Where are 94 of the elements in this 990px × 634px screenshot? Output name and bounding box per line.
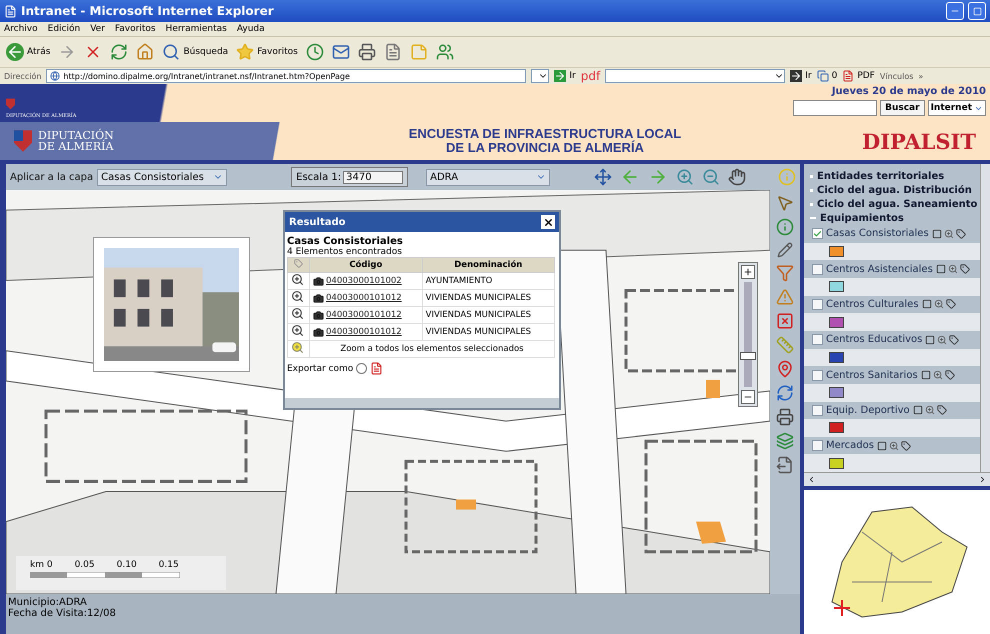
pdf-menu[interactable]: pdf — [580, 69, 600, 83]
pencil-icon[interactable] — [777, 242, 793, 258]
menu-item[interactable]: Edición — [48, 24, 80, 34]
select-icon[interactable] — [776, 194, 794, 212]
zoom-in-icon[interactable] — [676, 168, 694, 186]
organization-name: DIPUTACIÓN DE ALMERÍA — [38, 130, 114, 152]
back-button[interactable]: Atrás — [6, 43, 50, 61]
globe-icon — [50, 71, 60, 81]
go-button[interactable]: Ir — [554, 70, 576, 82]
go-button[interactable]: Ir — [790, 70, 812, 82]
label-icon[interactable] — [900, 440, 911, 451]
mail-icon[interactable] — [332, 43, 350, 61]
municipality-select[interactable]: ADRA — [426, 168, 550, 186]
copy-icon — [816, 70, 829, 82]
layer-name: Equip. Deportivo — [826, 404, 910, 416]
search-button[interactable]: Búsqueda — [162, 43, 228, 61]
layer-name: Centros Asistenciales — [826, 264, 933, 275]
scale-control: Escala 1: 3470 — [291, 167, 408, 187]
layer-checkbox[interactable] — [812, 264, 823, 275]
layer-group[interactable]: Entidades territoriales — [817, 171, 944, 182]
layer-checkbox[interactable] — [812, 298, 823, 310]
layer-checkbox[interactable] — [812, 440, 823, 452]
menu-item[interactable]: Ver — [90, 24, 105, 34]
hand-icon[interactable] — [728, 168, 746, 186]
zoom-out-icon[interactable] — [702, 168, 720, 186]
label-icon[interactable] — [960, 264, 970, 274]
favorites-button[interactable]: Favoritos — [236, 43, 298, 61]
menu-item[interactable]: Archivo — [4, 24, 38, 34]
address-label: Dirección — [4, 72, 42, 80]
layer-group[interactable]: Ciclo del agua. Saneamiento — [817, 198, 978, 210]
label-icon[interactable] — [936, 405, 947, 416]
edit-icon[interactable] — [384, 43, 402, 61]
layer-name: Centros Sanitarios — [826, 370, 918, 381]
counter-button[interactable]: 0 — [816, 70, 838, 82]
layer-name: Centros Culturales — [826, 298, 919, 310]
maximize-icon — [972, 6, 982, 16]
layer-group[interactable]: Ciclo del agua. Distribución — [817, 185, 972, 196]
pdf-search-field[interactable] — [605, 69, 786, 83]
layer-group[interactable]: Equipamientos — [820, 212, 904, 224]
messenger-icon[interactable] — [436, 43, 454, 61]
label-icon[interactable] — [944, 370, 955, 380]
history-icon[interactable] — [306, 43, 324, 61]
menu-item[interactable]: Ayuda — [236, 24, 265, 34]
address-field[interactable]: http://domino.dipalme.org/Intranet/intranet.nsf/Intranet.htm?OpenPage — [46, 69, 526, 83]
page-title: ENCUESTA DE INFRAESTRUCTURA LOCAL DE LA PROVINCIA DE ALMERÍA — [408, 127, 682, 155]
brand-name: DIPALSIT — [861, 128, 976, 154]
window-title: Intranet - Microsoft Internet Explorer — [21, 4, 275, 18]
clear-icon[interactable] — [776, 312, 794, 330]
label-icon[interactable] — [956, 228, 966, 239]
layer-checkbox[interactable] — [812, 228, 823, 240]
filter-icon[interactable] — [776, 264, 794, 282]
scroll-right-icon[interactable] — [978, 475, 987, 484]
status-text: Fecha de Visita:12/08 — [8, 608, 117, 619]
status-text: Municipio:ADRA — [8, 597, 87, 608]
pin-icon[interactable] — [776, 360, 794, 378]
print-icon[interactable] — [776, 408, 794, 426]
label-icon[interactable] — [946, 299, 956, 310]
scale-field[interactable]: 3470 — [343, 170, 404, 184]
pdf-button[interactable]: PDF — [842, 70, 875, 82]
maximize-button[interactable] — [968, 2, 986, 20]
crest-icon — [14, 129, 32, 153]
date-text: Jueves 20 de mayo de 2010 — [832, 86, 986, 97]
layer-name: Centros Educativos — [826, 334, 922, 346]
links-label[interactable]: Vínculos — [880, 72, 914, 80]
menu-item[interactable]: Favoritos — [114, 24, 156, 34]
scope-select[interactable]: Internet — [928, 100, 986, 116]
print-icon[interactable] — [358, 43, 376, 61]
layer-name: Mercados — [826, 440, 874, 452]
search-button[interactable]: Buscar — [880, 100, 925, 116]
label-icon[interactable] — [949, 334, 960, 345]
layer-checkbox[interactable] — [812, 404, 823, 416]
layers-icon[interactable] — [776, 432, 794, 450]
pan-icon[interactable] — [594, 168, 612, 186]
search-icon — [162, 43, 180, 61]
layer-checkbox[interactable] — [812, 370, 823, 381]
layer-select[interactable]: Casas Consistoriales — [97, 168, 228, 186]
star-icon — [236, 43, 254, 61]
refresh-icon[interactable] — [776, 384, 794, 402]
minimize-button[interactable] — [946, 2, 964, 20]
menu-item[interactable]: Herramientas — [166, 24, 227, 34]
site-search-field[interactable] — [793, 100, 878, 116]
export-icon[interactable] — [776, 456, 794, 474]
scroll-left-icon[interactable] — [807, 475, 816, 484]
crest-icon — [6, 98, 15, 110]
back-icon — [6, 43, 24, 61]
more-button[interactable]: » — [918, 72, 924, 80]
refresh-icon[interactable] — [110, 43, 128, 61]
document-icon — [842, 70, 854, 82]
page-icon — [4, 4, 17, 18]
address-dropdown[interactable] — [531, 69, 550, 83]
layer-name: Casas Consistoriales — [826, 228, 929, 240]
layer-label: Aplicar a la capa — [10, 172, 94, 182]
home-icon[interactable] — [136, 43, 154, 61]
layer-checkbox[interactable] — [812, 334, 823, 346]
